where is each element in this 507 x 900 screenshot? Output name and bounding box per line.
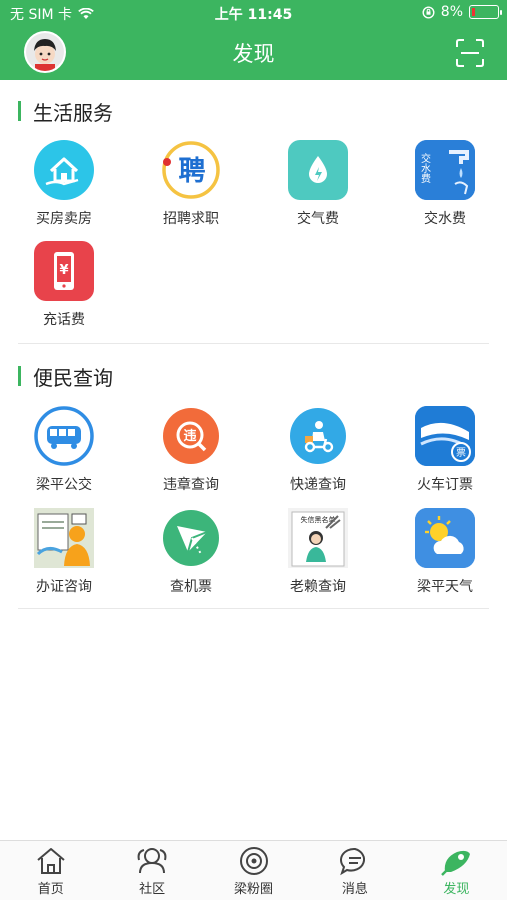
tab-label: 社区 xyxy=(139,882,166,897)
train-ticket-glyph: 票 xyxy=(456,447,466,459)
section-convenience-query: 便民查询 梁平公交 违 违章查询 快递查询 票 火车订票 办证咨询 查机票 失信… xyxy=(0,357,507,605)
circle-icon xyxy=(239,847,268,875)
tab-community[interactable]: 社区 xyxy=(101,841,202,900)
water-fee-icon: 交水费 xyxy=(415,140,475,200)
scan-icon[interactable] xyxy=(455,38,485,68)
query-item-courier[interactable]: 快递查询 xyxy=(255,404,381,504)
home-icon xyxy=(37,848,65,874)
service-item-phone-recharge[interactable]: ¥ 充话费 xyxy=(1,239,127,339)
status-bar: 无 SIM 卡 上午 11:45 8% xyxy=(0,0,507,26)
service-item-buy-sell-house[interactable]: 买房卖房 xyxy=(1,138,127,238)
battery-percent: 8% xyxy=(440,4,463,20)
recruit-icon-glyph: 聘 xyxy=(179,156,206,187)
section-header: 生活服务 xyxy=(0,92,507,130)
tab-discover[interactable]: 发现 xyxy=(406,841,507,900)
house-icon xyxy=(34,140,94,200)
violation-icon: 违 xyxy=(163,408,219,464)
query-item-debtor[interactable]: 失信黑名单 老赖查询 xyxy=(255,506,381,606)
recruit-icon: 聘 xyxy=(162,141,220,199)
query-item-flight-ticket[interactable]: 查机票 xyxy=(128,506,254,606)
tab-home[interactable]: 首页 xyxy=(0,841,101,900)
query-label: 违章查询 xyxy=(163,477,219,493)
tab-messages[interactable]: 消息 xyxy=(304,841,405,900)
orientation-lock-icon xyxy=(422,5,435,19)
water-fee-glyph: 交水费 xyxy=(419,152,431,184)
tab-bar: 首页 社区 梁粉圈 消息 发现 xyxy=(0,840,507,900)
service-item-gas-fee[interactable]: 交气费 xyxy=(255,138,381,238)
query-label: 梁平天气 xyxy=(417,579,473,595)
weather-icon xyxy=(415,508,475,568)
recharge-glyph: ¥ xyxy=(59,263,68,278)
query-label: 老赖查询 xyxy=(290,579,346,595)
certificate-icon xyxy=(34,508,94,568)
service-item-recruitment[interactable]: 聘 招聘求职 xyxy=(128,138,254,238)
query-label: 办证咨询 xyxy=(36,579,92,595)
nav-bar: 发现 xyxy=(0,26,507,80)
service-item-water-fee[interactable]: 交水费 交水费 xyxy=(382,138,507,238)
page-title: 发现 xyxy=(232,42,275,66)
section-life-services: 生活服务 买房卖房 聘 招聘求职 交气费 交水费 交水费 ¥ 充话费 xyxy=(0,92,507,340)
service-label: 交气费 xyxy=(297,211,339,227)
courier-icon xyxy=(290,408,346,464)
tab-fans-circle[interactable]: 梁粉圈 xyxy=(203,841,304,900)
query-item-bus[interactable]: 梁平公交 xyxy=(1,404,127,504)
query-label: 火车订票 xyxy=(417,477,473,493)
service-label: 充话费 xyxy=(43,312,85,328)
query-item-weather[interactable]: 梁平天气 xyxy=(382,506,507,606)
paper-plane-icon xyxy=(163,510,219,566)
service-label: 买房卖房 xyxy=(36,211,92,227)
section-header: 便民查询 xyxy=(0,357,507,395)
debtor-icon: 失信黑名单 xyxy=(288,508,348,568)
query-label: 查机票 xyxy=(170,579,212,595)
gas-drop-icon xyxy=(309,156,327,183)
tab-label: 发现 xyxy=(443,882,470,897)
section-divider xyxy=(18,343,489,344)
section-accent-bar xyxy=(18,101,21,121)
discover-icon xyxy=(441,850,471,876)
query-item-certificate[interactable]: 办证咨询 xyxy=(1,506,127,606)
train-icon: 票 xyxy=(415,406,475,466)
section-divider xyxy=(18,608,489,609)
section-title: 生活服务 xyxy=(33,100,113,125)
community-icon xyxy=(137,848,167,874)
battery-icon xyxy=(469,5,502,19)
section-title: 便民查询 xyxy=(33,365,113,390)
violation-glyph: 违 xyxy=(183,428,196,444)
tab-label: 首页 xyxy=(37,882,64,897)
phone-recharge-icon: ¥ xyxy=(54,252,74,290)
message-icon xyxy=(339,847,365,876)
tab-label: 消息 xyxy=(341,882,368,897)
service-label: 招聘求职 xyxy=(163,211,219,227)
query-item-violation[interactable]: 违 违章查询 xyxy=(128,404,254,504)
service-label: 交水费 xyxy=(424,211,466,227)
section-accent-bar xyxy=(18,366,21,386)
query-label: 快递查询 xyxy=(290,477,346,493)
query-item-train-ticket[interactable]: 票 火车订票 xyxy=(382,404,507,504)
tab-label: 梁粉圈 xyxy=(234,882,274,897)
query-label: 梁平公交 xyxy=(36,477,92,493)
bus-icon xyxy=(34,406,94,466)
